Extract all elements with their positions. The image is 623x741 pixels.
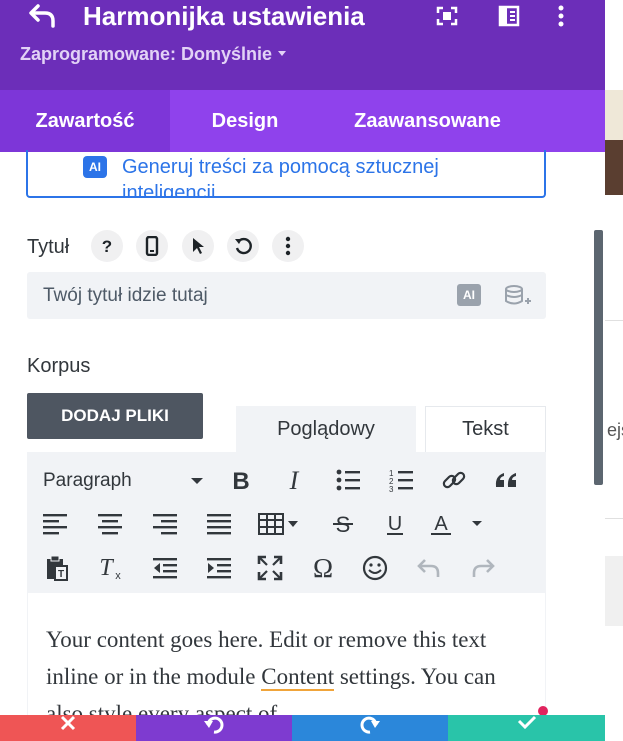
editor-toolbar: Paragraph B I 1 2 3 S U A T T x Ω (27, 452, 546, 593)
help-icon[interactable]: ? (91, 230, 123, 262)
svg-text:Ω: Ω (313, 555, 333, 581)
background-text: ejs (607, 420, 623, 440)
bold-icon[interactable]: B (225, 464, 257, 496)
indent-icon[interactable] (203, 552, 235, 584)
module-settings-panel: Harmonijka ustawienia Zaprogramowane: Do… (0, 0, 605, 741)
check-icon (517, 715, 536, 730)
content-link: Content (261, 664, 335, 691)
fullscreen-icon[interactable] (254, 552, 286, 584)
svg-text:?: ? (102, 237, 112, 255)
align-right-icon[interactable] (149, 508, 181, 540)
ai-icon[interactable]: AI (457, 284, 481, 306)
title-input-wrapper: AI (27, 272, 546, 319)
redo-button[interactable] (292, 715, 448, 741)
page-title: Harmonijka ustawienia (83, 1, 365, 31)
undo-icon (204, 716, 224, 734)
link-icon[interactable] (438, 464, 470, 496)
text-color-icon[interactable]: A (427, 508, 489, 540)
bottom-action-bar (0, 715, 605, 741)
svg-text:B: B (232, 468, 249, 492)
close-icon (60, 715, 76, 731)
emoji-icon[interactable] (359, 552, 391, 584)
chevron-down-icon (191, 478, 203, 484)
reset-icon[interactable] (227, 230, 259, 262)
dynamic-content-icon[interactable] (502, 282, 532, 310)
divider (605, 320, 623, 321)
background-block (605, 556, 623, 626)
discard-button[interactable] (0, 715, 136, 741)
redo-icon[interactable] (467, 552, 499, 584)
expand-icon[interactable] (434, 4, 460, 28)
svg-text:A: A (434, 513, 448, 535)
body-field-label: Korpus (27, 355, 91, 377)
format-select-value: Paragraph (43, 470, 132, 491)
tab-content[interactable]: Zawartość (0, 90, 170, 152)
align-justify-icon[interactable] (203, 508, 235, 540)
strikethrough-icon[interactable]: S (327, 508, 359, 540)
ai-generate-button[interactable]: AI Generuj treści za pomocą sztucznej in… (26, 150, 546, 198)
svg-text:x: x (115, 570, 121, 581)
undo-icon[interactable] (413, 552, 445, 584)
add-media-button[interactable]: DODAJ PLIKI (27, 393, 203, 439)
undo-button[interactable] (136, 715, 292, 741)
split-view-icon[interactable] (496, 4, 522, 28)
ai-generate-label: Generuj treści za pomocą sztucznej intel… (122, 156, 439, 198)
tab-text[interactable]: Tekst (425, 406, 546, 452)
outdent-icon[interactable] (149, 552, 181, 584)
clear-formatting-icon[interactable]: Tx (94, 552, 126, 584)
settings-tabs: Zawartość Design Zaawansowane (0, 90, 605, 152)
pointer-icon[interactable] (182, 230, 214, 262)
tab-advanced[interactable]: Zaawansowane (320, 90, 535, 152)
back-arrow-icon[interactable] (28, 2, 60, 30)
tab-visual[interactable]: Poglądowy (236, 406, 416, 452)
tab-design[interactable]: Design (170, 90, 320, 152)
table-icon[interactable] (257, 508, 305, 540)
save-button[interactable] (448, 715, 605, 741)
align-center-icon[interactable] (94, 508, 126, 540)
svg-text:T: T (99, 555, 114, 581)
blockquote-icon[interactable] (491, 464, 523, 496)
italic-icon[interactable]: I (278, 464, 310, 496)
mobile-icon[interactable] (136, 230, 168, 262)
redo-icon (360, 716, 380, 734)
preset-label: Zaprogramowane: Domyślnie (20, 44, 273, 64)
ai-icon: AI (83, 156, 107, 178)
more-icon[interactable] (272, 230, 304, 262)
title-field-label: Tytuł (27, 236, 70, 258)
more-vertical-icon[interactable] (548, 4, 574, 28)
paste-text-icon[interactable]: T (41, 552, 73, 584)
preset-dropdown[interactable]: Zaprogramowane: Domyślnie (20, 44, 287, 65)
align-left-icon[interactable] (39, 508, 71, 540)
chevron-down-icon (278, 50, 287, 56)
numbered-list-icon[interactable]: 1 2 3 (385, 464, 417, 496)
bullet-list-icon[interactable] (332, 464, 364, 496)
settings-header: Harmonijka ustawienia Zaprogramowane: Do… (0, 0, 605, 90)
background-image (605, 90, 623, 140)
svg-text:U: U (388, 513, 402, 535)
underline-icon[interactable]: U (379, 508, 411, 540)
scrollbar[interactable] (594, 230, 603, 485)
svg-text:3: 3 (389, 485, 394, 492)
svg-text:I: I (289, 468, 300, 492)
svg-text:T: T (58, 569, 64, 580)
background-image-dark (605, 140, 623, 195)
background-page: ejs (605, 0, 623, 741)
special-character-icon[interactable]: Ω (307, 552, 339, 584)
divider (605, 518, 623, 519)
format-select[interactable]: Paragraph (43, 470, 203, 492)
title-input[interactable] (27, 272, 447, 319)
